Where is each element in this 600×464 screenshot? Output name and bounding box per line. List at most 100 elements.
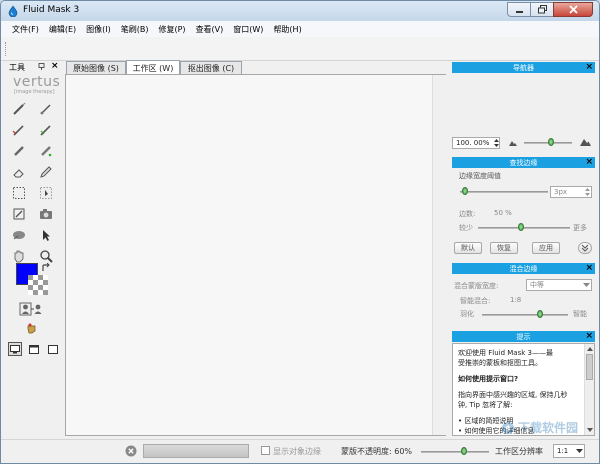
scroll-down-icon[interactable] xyxy=(587,428,593,432)
brush-keep-icon xyxy=(40,125,51,136)
compare-tool[interactable] xyxy=(18,301,46,317)
menu-image[interactable]: 图像(I) xyxy=(81,24,116,35)
cancel-circle-icon[interactable] xyxy=(125,445,137,457)
delete-local-brush-tool[interactable] xyxy=(11,122,27,138)
view-mode-compact-button[interactable] xyxy=(46,342,60,356)
minimize-button[interactable] xyxy=(507,2,531,17)
keep-local-brush-tool[interactable] xyxy=(38,122,54,138)
tab-workspace[interactable]: 工作区 (W) xyxy=(126,60,180,75)
find-edges-title: 查找边缘 xyxy=(509,158,538,167)
default-button[interactable]: 默认 xyxy=(454,242,482,254)
tab-cutout-image[interactable]: 抠出图像 (C) xyxy=(180,61,242,75)
blend-slider-thumb[interactable] xyxy=(537,310,543,318)
navigator-title: 导航器 xyxy=(513,63,534,72)
menu-repair[interactable]: 修复(P) xyxy=(153,24,190,35)
brush-tool[interactable] xyxy=(11,101,27,117)
workspace-canvas[interactable] xyxy=(65,74,446,436)
window-title: Fluid Mask 3 xyxy=(23,5,80,15)
exact-brush-tool[interactable] xyxy=(38,101,54,117)
tab-original-image[interactable]: 原始图像 (S) xyxy=(66,61,126,75)
blend-edges-header: 混合边缘 × xyxy=(452,263,595,274)
sponge-tool[interactable] xyxy=(11,227,27,243)
delete-fill-brush-tool[interactable] xyxy=(11,143,27,159)
find-edges-close-icon[interactable]: × xyxy=(585,157,593,168)
brush-fill-keep-icon xyxy=(41,146,52,157)
hand-cutout-icon xyxy=(27,323,36,334)
patch-icon xyxy=(40,187,52,199)
navigator-close-icon[interactable]: × xyxy=(585,62,593,73)
zoom-spinner-icon[interactable] xyxy=(493,138,500,148)
mask-opacity-slider-track[interactable] xyxy=(421,451,489,453)
progress-bar xyxy=(143,444,249,458)
show-edges-checkbox[interactable] xyxy=(261,446,270,455)
navigator-panel: 导航器 × 100. 00% xyxy=(452,62,595,154)
blend-edges-close-icon[interactable]: × xyxy=(585,263,593,274)
blend-width-value: 中等 xyxy=(530,281,544,289)
smart-label: 智能 xyxy=(573,310,587,318)
blend-width-label: 混合蒙版宽度: xyxy=(454,282,499,290)
apply-button[interactable]: 应用 xyxy=(532,242,560,254)
pin-icon[interactable] xyxy=(38,63,45,70)
zoom-slider-thumb[interactable] xyxy=(548,138,554,146)
zoom-out-mountain-icon[interactable] xyxy=(509,140,517,146)
pencil-icon xyxy=(40,166,52,178)
zoom-tool[interactable] xyxy=(38,248,54,264)
zoom-value: 100. 00% xyxy=(456,139,490,147)
blend-width-chevron-down-icon[interactable] xyxy=(583,283,590,288)
edge-threshold-label: 边缘宽度阈值 xyxy=(459,172,501,180)
edge-amount-slider-thumb[interactable] xyxy=(518,223,524,231)
edge-threshold-spinner-icon[interactable] xyxy=(584,187,591,197)
tools-panel-close-icon[interactable]: × xyxy=(51,61,59,71)
menu-view[interactable]: 查看(V) xyxy=(191,24,229,35)
swap-colors-icon[interactable] xyxy=(41,263,51,273)
hand-tool[interactable] xyxy=(11,248,27,264)
canvas-vertical-scrollbar[interactable] xyxy=(432,75,446,435)
expand-button[interactable] xyxy=(578,242,592,254)
menu-file[interactable]: 文件(F) xyxy=(7,24,44,35)
view-mode-full-button[interactable] xyxy=(8,342,22,356)
mask-opacity-slider-thumb[interactable] xyxy=(461,447,467,455)
zoom-in-mountain-icon[interactable] xyxy=(580,138,591,146)
resolution-chevron-down-icon[interactable] xyxy=(576,449,583,454)
brush-fill-icon xyxy=(14,146,24,156)
scroll-up-icon[interactable] xyxy=(587,347,593,351)
eraser-icon xyxy=(13,169,24,178)
restore-settings-button[interactable]: 恢复 xyxy=(490,242,518,254)
keep-fill-brush-tool[interactable] xyxy=(38,143,54,159)
patch-tool[interactable] xyxy=(38,185,54,201)
restore-button[interactable] xyxy=(530,2,554,17)
edge-amount-slider-track[interactable] xyxy=(478,227,570,229)
pencil-tool[interactable] xyxy=(38,164,54,180)
snapshot-tool[interactable] xyxy=(38,206,54,222)
sponge-icon xyxy=(13,231,25,240)
camera-icon xyxy=(40,209,52,219)
resolution-label: 工作区分辨率 xyxy=(495,447,543,456)
hints-close-icon[interactable]: × xyxy=(585,331,593,342)
brush-icon xyxy=(13,102,26,115)
transparency-checker-icon[interactable] xyxy=(28,275,48,295)
hints-header: 提示 × xyxy=(452,331,595,342)
menu-edit[interactable]: 编辑(E) xyxy=(44,24,81,35)
pointer-tool[interactable] xyxy=(38,227,54,243)
blend-edges-panel: 混合边缘 × 混合蒙版宽度: 中等 智能混合: 1:8 羽化 智能 xyxy=(452,263,595,325)
marquee-tool[interactable] xyxy=(11,185,27,201)
menu-help[interactable]: 帮助(H) xyxy=(268,24,306,35)
hand-icon xyxy=(14,250,24,263)
hints-scrollbar[interactable] xyxy=(584,344,594,435)
brush-exact-icon xyxy=(40,104,51,115)
blend-slider-track[interactable] xyxy=(482,314,568,316)
hints-scroll-thumb[interactable] xyxy=(586,354,593,380)
close-button[interactable] xyxy=(553,2,593,17)
vertus-logo: vertus xyxy=(13,74,61,90)
hint-line: 钟, Tip 忽将了解: xyxy=(458,401,513,409)
restore-icon xyxy=(537,5,547,14)
crop-tool[interactable] xyxy=(11,206,27,222)
menu-window[interactable]: 窗口(W) xyxy=(228,24,268,35)
view-mode-split-button[interactable] xyxy=(27,342,41,356)
toolbar-grip[interactable] xyxy=(5,42,8,56)
cutout-tool[interactable] xyxy=(24,320,40,336)
eraser-tool[interactable] xyxy=(11,164,27,180)
edge-threshold-slider-thumb[interactable] xyxy=(462,187,468,195)
menu-brush[interactable]: 笔刷(B) xyxy=(116,24,154,35)
edge-threshold-slider-track[interactable] xyxy=(460,191,548,193)
